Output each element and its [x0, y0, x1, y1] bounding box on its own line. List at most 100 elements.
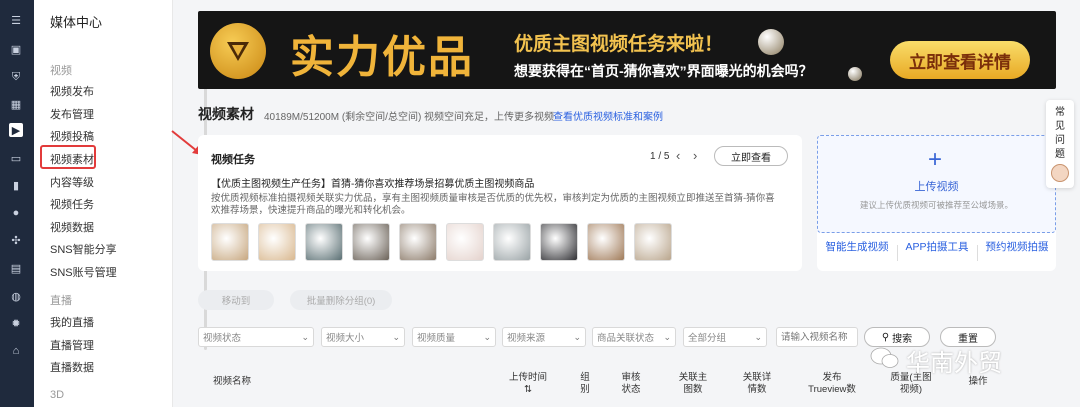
page-title: 视频素材 [198, 106, 254, 122]
sidebar-item-sns-share[interactable]: SNS智能分享 [50, 241, 117, 257]
upload-dropzone[interactable]: + 上传视频 建议上传优质视频可被推荐至公域场景。 [817, 135, 1056, 233]
task-card-title: 视频任务 [211, 154, 255, 166]
smart-generate-video-link[interactable]: 智能生成视频 [821, 241, 893, 254]
sidebar-item-my-live[interactable]: 我的直播 [50, 314, 94, 330]
sidebar-section-3d: 3D [50, 389, 65, 401]
col-linked-details: 关联详情数 [742, 372, 772, 395]
select-value: 视频来源 [507, 333, 546, 344]
banner-cta-button[interactable]: 立即查看详情 [890, 41, 1030, 79]
decorative-sphere-icon [848, 67, 862, 81]
sidebar-item-publish-manage[interactable]: 发布管理 [50, 106, 94, 122]
bug-icon[interactable]: ✹ [9, 316, 23, 330]
document-icon[interactable]: ▤ [9, 261, 23, 275]
store-icon[interactable]: ▣ [9, 42, 23, 56]
shield-icon[interactable]: ⛨ [9, 70, 23, 84]
task-description: 按优质视频标准拍摄视频关联实力优品，享有主图视频质量审核是否优质的优先权，审核判… [211, 193, 775, 216]
col-upload-time[interactable]: 上传时间 ⇅ [506, 372, 550, 396]
col-video-name: 视频名称 [212, 376, 251, 387]
product-thumbnail[interactable] [352, 223, 390, 261]
sidebar-item-content-level[interactable]: 内容等级 [50, 174, 94, 190]
chat-icon[interactable]: ▭ [9, 151, 23, 165]
col-linked-main-images: 关联主图数 [678, 372, 708, 395]
book-video-shoot-link[interactable]: 预约视频拍摄 [981, 241, 1053, 254]
share-icon[interactable]: ✣ [9, 233, 23, 247]
sidebar-item-video-data[interactable]: 视频数据 [50, 219, 94, 235]
product-thumbnail[interactable] [446, 223, 484, 261]
task-pagination: 1 / 5 [650, 151, 670, 162]
menu-icon[interactable]: ☰ [9, 13, 23, 27]
product-thumbnail[interactable] [587, 223, 625, 261]
video-quality-select[interactable]: 视频质量 ⌄ [412, 327, 496, 347]
col-label: 上传时间 [508, 372, 547, 383]
sidebar-section-video: 视频 [50, 65, 72, 77]
watermark-text: 华南外贸 [906, 350, 1002, 377]
upload-hint: 建议上传优质视频可被推荐至公域场景。 [859, 200, 1013, 210]
group-select[interactable]: 全部分组 ⌄ [683, 327, 767, 347]
quality-standard-link[interactable]: 查看优质视频标准和案例 [553, 108, 663, 123]
app-shooting-tool-link[interactable]: APP拍摄工具 [901, 241, 973, 254]
icon-rail: ☰ ▣ ⛨ ▦ ▶ ▭ ▮ ● ✣ ▤ ◍ ✹ ⌂ [0, 0, 34, 407]
sidebar-item-sns-account[interactable]: SNS账号管理 [50, 264, 117, 280]
faq-label: 常见问题 [1055, 107, 1065, 160]
search-icon: ⚲ [881, 331, 890, 343]
select-value: 视频状态 [203, 333, 242, 344]
sidebar-item-video-publish[interactable]: 视频发布 [50, 83, 94, 99]
storage-tip: 视频空间充足，上传更多视频 [424, 112, 554, 123]
product-thumbnail[interactable] [399, 223, 437, 261]
video-source-select[interactable]: 视频来源 ⌄ [502, 327, 586, 347]
move-to-button[interactable]: 移动到 [198, 290, 274, 310]
wechat-icon [870, 347, 899, 368]
col-trueview-count: 发布Trueview数 [808, 372, 856, 395]
video-size-select[interactable]: 视频大小 ⌄ [321, 327, 405, 347]
video-status-select[interactable]: 视频状态 ⌄ [198, 327, 314, 347]
chevron-down-icon: ⌄ [754, 332, 762, 342]
product-thumbnail[interactable] [493, 223, 531, 261]
chevron-down-icon: ⌄ [663, 332, 671, 342]
sidebar-section-live: 直播 [50, 295, 72, 307]
triangle-logo-icon [210, 23, 266, 79]
chart-icon[interactable]: ▮ [9, 178, 23, 192]
plus-icon: + [928, 146, 943, 173]
active-item-highlight [40, 145, 96, 169]
upload-label: 上传视频 [914, 181, 959, 193]
chevron-down-icon: ⌄ [392, 332, 400, 342]
sort-icon: ⇅ [524, 384, 532, 395]
view-now-button[interactable]: 立即查看 [714, 146, 788, 166]
grid-icon[interactable]: ▦ [9, 97, 23, 111]
select-value: 视频质量 [417, 333, 456, 344]
sidebar: 媒体中心 视频 视频发布 发布管理 视频投稿 视频素材 内容等级 视频任务 视频… [34, 0, 207, 407]
divider [897, 245, 898, 261]
col-review-status: 审核状态 [621, 372, 641, 395]
select-value: 视频大小 [326, 333, 365, 344]
sidebar-item-live-manage[interactable]: 直播管理 [50, 337, 94, 353]
product-thumbnails [211, 223, 672, 261]
chevron-left-icon[interactable]: ‹ [676, 148, 680, 163]
batch-delete-group-button[interactable]: 批量删除分组(0) [290, 290, 392, 310]
decorative-sphere-icon [758, 29, 784, 55]
sidebar-item-video-task[interactable]: 视频任务 [50, 196, 94, 212]
product-link-status-select[interactable]: 商品关联状态 ⌄ [592, 327, 676, 347]
sidebar-item-video-submit[interactable]: 视频投稿 [50, 128, 94, 144]
faq-float-button[interactable]: 常见问题 [1046, 100, 1074, 188]
promo-banner[interactable]: 实力优品 优质主图视频任务来啦！ 想要获得在“首页-猜你喜欢”界面曝光的机会吗？… [198, 11, 1056, 89]
product-thumbnail[interactable] [540, 223, 578, 261]
chevron-down-icon: ⌄ [301, 332, 309, 342]
product-thumbnail[interactable] [305, 223, 343, 261]
sidebar-title: 媒体中心 [50, 15, 103, 30]
bank-icon[interactable]: ⌂ [9, 344, 23, 358]
video-name-search-input[interactable] [776, 327, 858, 347]
upload-card: + 上传视频 建议上传优质视频可被推荐至公域场景。 智能生成视频 APP拍摄工具… [817, 135, 1056, 271]
sidebar-item-live-data[interactable]: 直播数据 [50, 359, 94, 375]
task-headline: 【优质主图视频生产任务】首猜-猜你喜欢推荐场景招募优质主图视频商品 [211, 179, 535, 190]
product-thumbnail[interactable] [258, 223, 296, 261]
divider [977, 245, 978, 261]
product-thumbnail[interactable] [634, 223, 672, 261]
chevron-right-icon[interactable]: › [693, 148, 697, 163]
globe-icon[interactable]: ◍ [9, 289, 23, 303]
storage-quota: 40189M/51200M (剩余空间/总空间) [264, 112, 422, 123]
users-icon[interactable]: ● [9, 206, 23, 220]
support-avatar [1051, 164, 1069, 182]
chevron-down-icon: ⌄ [573, 332, 581, 342]
media-icon[interactable]: ▶ [9, 123, 23, 137]
product-thumbnail[interactable] [211, 223, 249, 261]
